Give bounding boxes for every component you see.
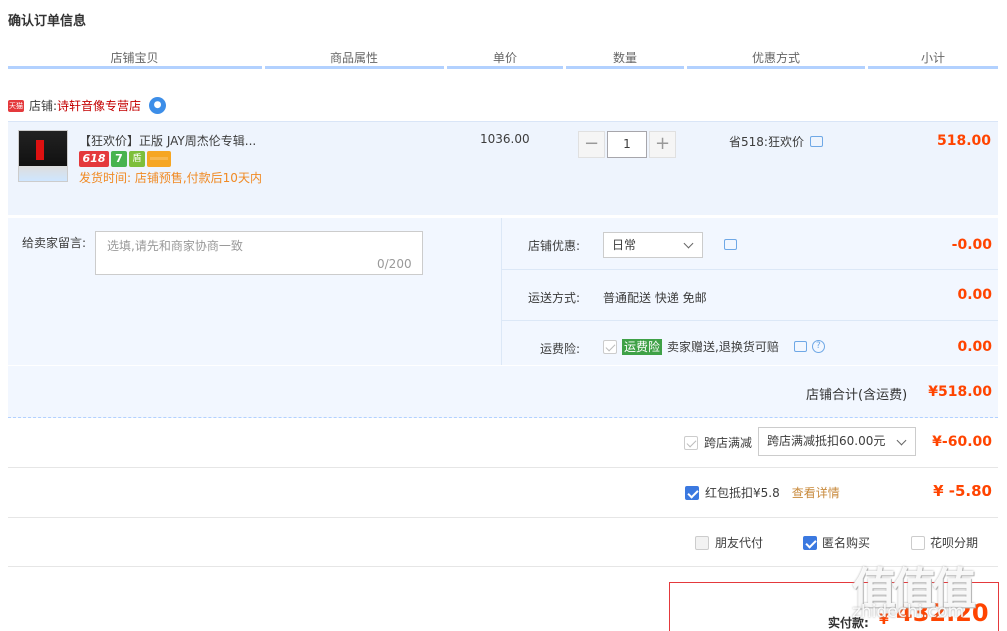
column-header-discount: 优惠方式 (751, 51, 800, 65)
product-title-link[interactable]: 【狂欢价】正版 JAY周杰伦专辑... (79, 132, 259, 149)
promo-method: 省518:狂欢价 (729, 133, 823, 150)
view-details-link[interactable]: 查看详情 (792, 484, 840, 501)
cross-store-select-value: 跨店满减抵扣60.00元 (767, 434, 886, 448)
quantity-input[interactable]: 1 (607, 131, 647, 158)
promo-text: 省518:狂欢价 (729, 135, 804, 149)
message-label: 给卖家留言: (22, 236, 87, 250)
message-placeholder: 选填,请先和商家协商一致 (107, 239, 243, 253)
cross-store-label: 跨店满减 (704, 436, 753, 450)
shipping-label: 运送方式: (528, 291, 581, 305)
column-header-unit-price: 单价 (492, 51, 517, 65)
insurance-option: 运费险 卖家赠送,退换货可赔 ? (603, 338, 825, 355)
shop-row: 天猫 店铺: 诗轩音像专营店 ● (8, 97, 167, 114)
shipping-amount: 0.00 (957, 287, 992, 303)
unit-price: 1036.00 (480, 132, 530, 146)
product-thumbnail-detail (36, 140, 44, 160)
watermark-url: zhidechi.com (852, 602, 965, 622)
red-packet-option: 红包抵扣¥5.8 查看详情 (685, 484, 840, 501)
insurance-text: 卖家赠送,退换货可赔 (667, 340, 779, 354)
shipping-method: 普通配送 快递 免邮 (603, 291, 707, 305)
insurance-badge: 运费险 (622, 338, 663, 355)
cross-store-amount: ¥-60.00 (932, 434, 992, 450)
ship-time-note: 发货时间: 店铺预售,付款后10天内 (79, 171, 262, 185)
cross-store-option: 跨店满减 (684, 434, 752, 451)
discount-comment-icon[interactable] (724, 239, 737, 250)
huabei-checkbox[interactable] (911, 535, 925, 550)
shop-discount-label: 店铺优惠: (528, 239, 581, 253)
shop-total-amount: ¥518.00 (928, 384, 992, 400)
insurance-amount: 0.00 (957, 339, 992, 355)
seven-day-return-icon[interactable]: 7 (111, 151, 127, 167)
friend-pay-checkbox[interactable] (695, 535, 709, 550)
shop-label: 店铺: (29, 99, 58, 113)
insurance-label: 运费险: (540, 342, 581, 356)
column-header-attributes: 商品属性 (329, 51, 378, 65)
promo-comment-icon[interactable] (809, 136, 823, 147)
credit-card-icon[interactable] (147, 151, 171, 167)
column-header-subtotal: 小计 (920, 51, 945, 65)
item-subtotal: 518.00 (937, 133, 992, 149)
help-icon[interactable]: ? (811, 340, 825, 353)
insurance-checkbox[interactable] (603, 339, 617, 354)
guarantee-icon[interactable]: 盾 (129, 151, 145, 167)
header-underline (8, 66, 998, 69)
message-char-count: 0/200 (377, 257, 412, 271)
tmall-icon: 天猫 (8, 99, 24, 112)
shop-total-label: 店铺合计(含运费) (806, 388, 908, 403)
red-packet-label: 红包抵扣¥5.8 (705, 486, 780, 500)
column-header-item: 店铺宝贝 (110, 51, 159, 65)
column-header-quantity: 数量 (612, 51, 637, 65)
red-packet-amount: ¥ -5.80 (933, 482, 992, 500)
quantity-stepper: − 1 + (578, 131, 676, 158)
friend-pay-option: 朋友代付 (695, 534, 763, 551)
quantity-increase-button[interactable]: + (649, 131, 676, 158)
anonymous-checkbox[interactable] (803, 535, 817, 550)
shop-discount-value: 日常 (612, 238, 637, 252)
cross-store-checkbox[interactable] (684, 435, 698, 450)
insurance-comment-icon[interactable] (793, 341, 807, 352)
wangwang-chat-icon[interactable]: ● (149, 97, 167, 114)
anonymous-option: 匿名购买 (803, 534, 870, 551)
service-badges: 618 7 盾 (79, 151, 171, 167)
quantity-decrease-button[interactable]: − (578, 131, 605, 158)
huabei-label: 花呗分期 (930, 536, 979, 550)
cross-store-select[interactable]: 跨店满减抵扣60.00元 (758, 427, 916, 456)
shop-discount-select[interactable]: 日常 (603, 232, 703, 258)
shop-discount-amount: -0.00 (951, 237, 992, 253)
red-packet-checkbox[interactable] (685, 485, 699, 500)
shop-name-link[interactable]: 诗轩音像专营店 (57, 97, 141, 114)
618-badge-icon[interactable]: 618 (79, 151, 109, 167)
page-title: 确认订单信息 (8, 14, 87, 29)
anonymous-label: 匿名购买 (822, 536, 871, 550)
huabei-option: 花呗分期 (911, 534, 978, 551)
friend-pay-label: 朋友代付 (715, 536, 764, 550)
chevron-down-icon (683, 238, 694, 249)
